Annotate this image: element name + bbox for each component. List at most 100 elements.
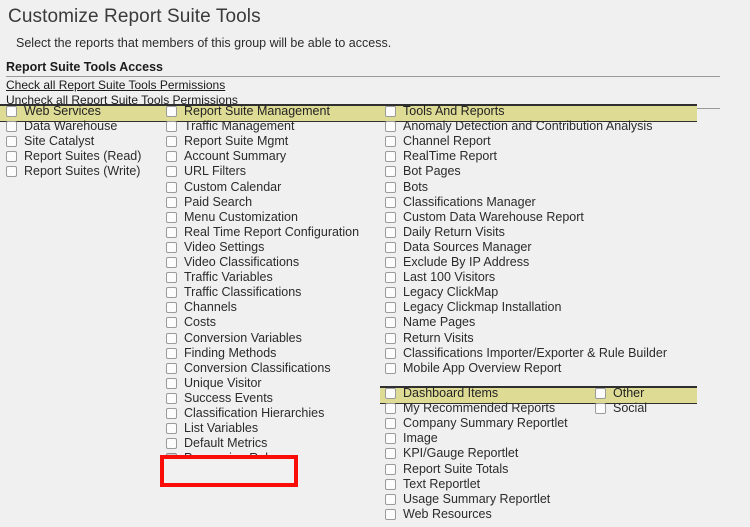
permission-label-exclude-by-ip-address: Exclude By IP Address: [403, 255, 530, 269]
checkbox-realtime-report[interactable]: [385, 151, 396, 163]
permission-label-report-suites-read: Report Suites (Read): [24, 149, 142, 164]
checkbox-return-visits[interactable]: [385, 332, 396, 344]
checkbox-report-suite-mgmt[interactable]: [166, 136, 177, 148]
checkbox-url-filters[interactable]: [166, 166, 177, 178]
permission-label-channel-report: Channel Report: [403, 134, 491, 149]
permission-label-social: Social: [613, 401, 648, 416]
checkbox-menu-customization[interactable]: [166, 211, 177, 223]
checkbox-exclude-by-ip-address[interactable]: [385, 257, 396, 268]
checkbox-video-classifications[interactable]: [166, 257, 177, 268]
permission-label-default-metrics: Default Metrics: [184, 436, 268, 451]
permission-label-last-100-visitors: Last 100 Visitors: [403, 270, 496, 285]
checkbox-traffic-variables[interactable]: [166, 272, 177, 284]
permission-label-return-visits: Return Visits: [403, 330, 474, 345]
checkbox-report-suite-totals[interactable]: [385, 463, 396, 475]
checkbox-my-recommended-reports[interactable]: [385, 403, 396, 415]
checkbox-other[interactable]: [595, 388, 606, 399]
checkbox-social[interactable]: [595, 403, 606, 415]
permission-label-custom-calendar: Custom Calendar: [184, 179, 282, 194]
checkbox-image[interactable]: [385, 433, 396, 445]
permission-label-kpi-gauge-reportlet: KPI/Gauge Reportlet: [403, 446, 519, 461]
checkbox-tools-and-reports[interactable]: [385, 106, 396, 117]
checkbox-mobile-app-overview-report[interactable]: [385, 362, 396, 374]
checkbox-data-warehouse[interactable]: [6, 121, 17, 133]
check-all-permissions-link[interactable]: Check all Report Suite Tools Permissions: [6, 78, 225, 92]
permission-label-realtime-report: RealTime Report: [403, 149, 498, 164]
checkbox-finding-methods[interactable]: [166, 347, 177, 359]
checkbox-report-suites-read[interactable]: [6, 151, 17, 163]
checkbox-video-settings[interactable]: [166, 241, 177, 253]
checkbox-classifications-manager[interactable]: [385, 196, 396, 208]
permission-label-list-variables: List Variables: [184, 421, 259, 436]
checkbox-classification-hierarchies[interactable]: [166, 408, 177, 419]
permission-label-conversion-classifications: Conversion Classifications: [184, 360, 331, 375]
checkbox-web-resources[interactable]: [385, 508, 396, 520]
permission-label-channels: Channels: [184, 300, 237, 315]
checkbox-dashboard-items[interactable]: [385, 388, 396, 399]
permission-label-real-time-report-configuration: Real Time Report Configuration: [184, 224, 360, 239]
checkbox-channel-report[interactable]: [385, 136, 396, 148]
permission-label-video-classifications: Video Classifications: [184, 255, 300, 269]
checkbox-channels[interactable]: [166, 302, 177, 314]
permission-label-url-filters: URL Filters: [184, 164, 247, 179]
checkbox-unique-visitor[interactable]: [166, 377, 177, 389]
permission-label-text-reportlet: Text Reportlet: [403, 476, 481, 491]
section-heading: Report Suite Tools Access: [6, 60, 720, 77]
checkbox-processing-rules[interactable]: [166, 453, 177, 465]
permission-label-anomaly-detection-and-contribution-analysis: Anomaly Detection and Contribution Analy…: [403, 119, 653, 134]
checkbox-report-suites-write[interactable]: [6, 166, 17, 178]
checkbox-report-suite-management[interactable]: [166, 106, 177, 117]
checkbox-usage-summary-reportlet[interactable]: [385, 493, 396, 505]
group-label-tools-and-reports: Tools And Reports: [403, 104, 505, 118]
checkbox-conversion-classifications[interactable]: [166, 362, 177, 374]
checkbox-text-reportlet[interactable]: [385, 478, 396, 490]
permission-label-company-summary-reportlet: Company Summary Reportlet: [403, 416, 568, 431]
checkbox-company-summary-reportlet[interactable]: [385, 418, 396, 430]
permission-label-web-resources: Web Resources: [403, 506, 492, 521]
checkbox-success-events[interactable]: [166, 392, 177, 404]
checkbox-traffic-classifications[interactable]: [166, 287, 177, 299]
permission-label-finding-methods: Finding Methods: [184, 345, 277, 360]
checkbox-anomaly-detection-and-contribution-analysis[interactable]: [385, 121, 396, 133]
permission-label-traffic-management: Traffic Management: [184, 119, 295, 134]
checkbox-real-time-report-configuration[interactable]: [166, 226, 177, 238]
checkbox-account-summary[interactable]: [166, 151, 177, 163]
permission-label-video-settings: Video Settings: [184, 239, 265, 254]
checkbox-name-pages[interactable]: [385, 317, 396, 329]
permission-label-costs: Costs: [184, 315, 216, 330]
checkbox-daily-return-visits[interactable]: [385, 226, 396, 238]
permission-label-data-warehouse: Data Warehouse: [24, 119, 118, 134]
checkbox-costs[interactable]: [166, 317, 177, 329]
checkbox-site-catalyst[interactable]: [6, 136, 17, 148]
checkbox-legacy-clickmap-installation[interactable]: [385, 302, 396, 314]
permission-label-custom-data-warehouse-report: Custom Data Warehouse Report: [403, 209, 584, 224]
checkbox-custom-data-warehouse-report[interactable]: [385, 211, 396, 223]
permission-label-site-catalyst: Site Catalyst: [24, 134, 95, 149]
checkbox-custom-calendar[interactable]: [166, 181, 177, 193]
checkbox-traffic-management[interactable]: [166, 121, 177, 133]
checkbox-data-sources-manager[interactable]: [385, 241, 396, 253]
permission-label-data-sources-manager: Data Sources Manager: [403, 239, 532, 254]
permission-label-legacy-clickmap-installation: Legacy Clickmap Installation: [403, 300, 562, 315]
permission-label-name-pages: Name Pages: [403, 315, 476, 330]
group-label-web-services: Web Services: [24, 104, 101, 118]
checkbox-conversion-variables[interactable]: [166, 332, 177, 344]
permission-label-success-events: Success Events: [184, 390, 273, 405]
permission-label-image: Image: [403, 431, 438, 446]
group-label-report-suite-management: Report Suite Management: [184, 104, 330, 118]
checkbox-default-metrics[interactable]: [166, 438, 177, 450]
checkbox-web-services[interactable]: [6, 106, 17, 117]
permission-label-classification-hierarchies: Classification Hierarchies: [184, 406, 325, 420]
checkbox-bot-pages[interactable]: [385, 166, 396, 178]
checkbox-last-100-visitors[interactable]: [385, 272, 396, 284]
permission-label-daily-return-visits: Daily Return Visits: [403, 224, 505, 239]
checkbox-paid-search[interactable]: [166, 196, 177, 208]
checkbox-kpi-gauge-reportlet[interactable]: [385, 448, 396, 460]
checkbox-classifications-importer-exporter-rule-builder[interactable]: [385, 347, 396, 359]
checkbox-legacy-clickmap[interactable]: [385, 287, 396, 299]
page-subtitle: Select the reports that members of this …: [16, 36, 392, 50]
checkbox-bots[interactable]: [385, 181, 396, 193]
permission-label-mobile-app-overview-report: Mobile App Overview Report: [403, 360, 562, 375]
checkbox-list-variables[interactable]: [166, 423, 177, 435]
group-label-dashboard-items: Dashboard Items: [403, 386, 499, 400]
